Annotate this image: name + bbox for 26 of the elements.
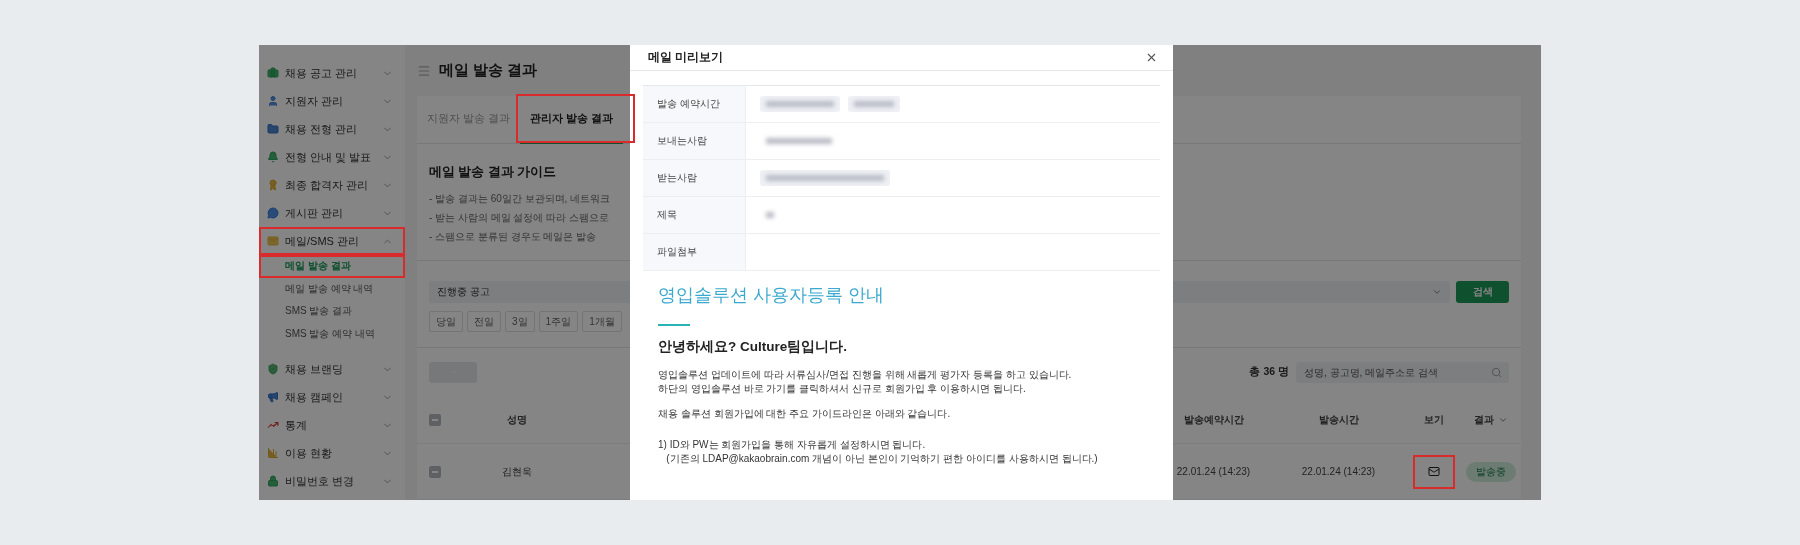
guide-bullet: - 발송 결과는 60일간 보관되며, 네트워크	[429, 192, 611, 206]
table-cell-text: 22.01.24 (14:23)	[1175, 466, 1252, 477]
guide-bullet: - 스팸으로 분류된 경우도 메일은 발송	[429, 230, 597, 244]
mail-greeting: 안녕하세요? Culture팀입니다.	[658, 338, 848, 356]
total-count: 총 36 명	[1249, 365, 1289, 379]
table-cell-text: 22.01.24 (14:23)	[1300, 466, 1377, 477]
status-badge: 발송중	[1466, 461, 1516, 482]
mail-heading: 영입솔루션 사용자등록 안내	[658, 284, 885, 307]
field-label: 제목	[657, 208, 677, 222]
field-label: 발송 예약시간	[657, 97, 720, 111]
field-label: 파일첨부	[657, 245, 697, 259]
guide-title: 메일 발송 결과 가이드	[429, 164, 557, 181]
field-label: 받는사람	[657, 171, 697, 185]
column-header: 보기	[1422, 412, 1445, 427]
field-label: 보내는사람	[657, 134, 707, 148]
dialog-title: 메일 미리보기	[648, 49, 724, 66]
page-title: 메일 발송 결과	[439, 61, 538, 80]
table-cell-text: 김현욱	[500, 464, 533, 479]
column-header: 발송예약시간	[1182, 412, 1245, 427]
guide-bullet: - 받는 사람의 메일 설정에 따라 스팸으로	[429, 211, 609, 225]
column-header: 결과	[1474, 412, 1494, 427]
column-header: 발송시간	[1317, 412, 1360, 427]
mail-paragraph: 채용 솔루션 회원가입에 대한 주요 가이드라인은 아래와 같습니다.	[658, 407, 951, 421]
column-header: 성명	[505, 412, 528, 427]
mail-paragraph: 영입솔루션 업데이트에 따라 서류심사/면접 진행을 위해 새롭게 평가자 등록을 하고 있습니다. 하단의 영입솔루션 바로 가기를 클릭하셔서 신규로 회원가입 후 이용하시면 됩니다.	[658, 368, 1072, 396]
mail-paragraph: 1) ID와 PW는 회원가입을 통해 자유롭게 설정하시면 됩니다. (기존의 LDAP@kakaobrain.com 개념이 아닌 본인이 기억하기 편한 아이디를 사용하시면 됩니다.)	[658, 438, 1098, 466]
